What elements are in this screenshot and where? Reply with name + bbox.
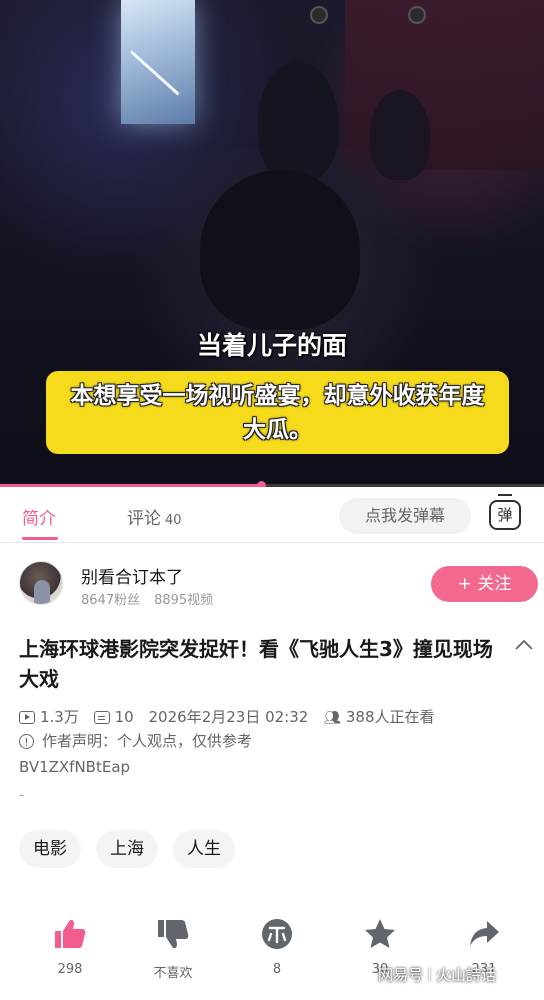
silhouette-person — [370, 90, 430, 180]
star-icon — [365, 919, 395, 948]
like-button[interactable]: 298 — [35, 916, 105, 977]
video-title: 上海环球港影院突发捉奸！看《飞驰人生3》撞见现场大戏 — [19, 637, 493, 691]
ceiling-lamp — [408, 6, 426, 24]
watching-group: 👥︎ 388人正在看 — [323, 706, 434, 727]
danmaku-count-icon — [93, 710, 110, 724]
coin-count: 8 — [272, 962, 282, 977]
view-count-group: 1.3万 — [19, 706, 79, 727]
tab-comments[interactable]: 评论 40 — [127, 504, 182, 529]
progress-fill — [0, 484, 262, 487]
tag-chip[interactable]: 人生 — [173, 830, 235, 868]
uploader-name[interactable]: 别看合订本了 — [81, 563, 183, 588]
thumbs-up-icon — [55, 919, 86, 948]
video-meta: 1.3万 10 2026年2月23日 02:32 👥︎ 388人正在看 — [19, 706, 445, 727]
dislike-label: 不喜欢 — [153, 966, 193, 981]
danmaku-count: 10 — [114, 707, 134, 726]
watermark-left: 网易号 — [378, 966, 424, 984]
watching-now: 388人正在看 — [345, 708, 435, 726]
view-count: 1.3万 — [40, 708, 79, 726]
statement-text: 作者声明：个人观点，仅供参考 — [42, 732, 253, 750]
video-count: 8895视频 — [154, 593, 214, 608]
video-player[interactable]: 当着儿子的面 本想享受一场视听盛宴，却意外收获年度大瓜。 — [0, 0, 544, 487]
dislike-button[interactable]: 不喜欢 — [138, 916, 208, 981]
author-statement: ! 作者声明：个人观点，仅供参考 — [19, 730, 252, 751]
uploader-stats: 8647粉丝 8895视频 — [81, 589, 213, 608]
comment-count: 40 — [165, 513, 182, 528]
thumbs-down-icon — [158, 920, 189, 949]
share-icon — [470, 921, 499, 946]
watermark-right: 火山詩话 — [436, 966, 497, 984]
ceiling-lamp — [310, 6, 328, 24]
description-dash: - — [19, 788, 24, 803]
silhouette-person — [258, 62, 338, 182]
info-icon: ! — [19, 734, 34, 749]
danmaku-input[interactable]: 点我发弹幕 — [339, 498, 471, 534]
active-tab-indicator — [22, 537, 58, 540]
danmaku-count-group: 10 — [93, 707, 134, 726]
people-icon: 👥︎ — [323, 710, 341, 726]
coin-icon — [262, 919, 292, 949]
coin-button[interactable]: 8 — [242, 916, 312, 977]
video-subtitle-top: 当着儿子的面 — [196, 331, 347, 360]
video-subtitle-box: 本想享受一场视听盛宴，却意外收获年度大瓜。 — [46, 371, 509, 454]
tab-comments-label: 评论 — [127, 509, 161, 529]
tab-intro[interactable]: 简介 — [22, 504, 56, 529]
silhouette-person — [200, 170, 360, 330]
danmaku-toggle-icon[interactable]: 弹 — [489, 494, 521, 530]
watermark: 网易号 火山詩话 — [378, 964, 496, 985]
play-count-icon — [19, 711, 35, 724]
tag-chip[interactable]: 上海 — [96, 830, 158, 868]
watermark-divider — [429, 968, 431, 982]
video-progress-bar[interactable] — [0, 481, 544, 487]
video-bvid: BV1ZXfNBtEap — [19, 758, 131, 776]
follow-button[interactable]: + 关注 — [431, 566, 538, 602]
like-count: 298 — [57, 962, 83, 977]
avatar[interactable] — [19, 561, 63, 605]
follower-count: 8647粉丝 — [81, 593, 141, 608]
cinema-screen — [121, 0, 195, 124]
chevron-up-icon[interactable] — [513, 637, 535, 653]
tag-chip[interactable]: 电影 — [19, 830, 81, 868]
progress-thumb[interactable] — [257, 481, 267, 487]
publish-time: 2026年2月23日 02:32 — [148, 708, 309, 726]
